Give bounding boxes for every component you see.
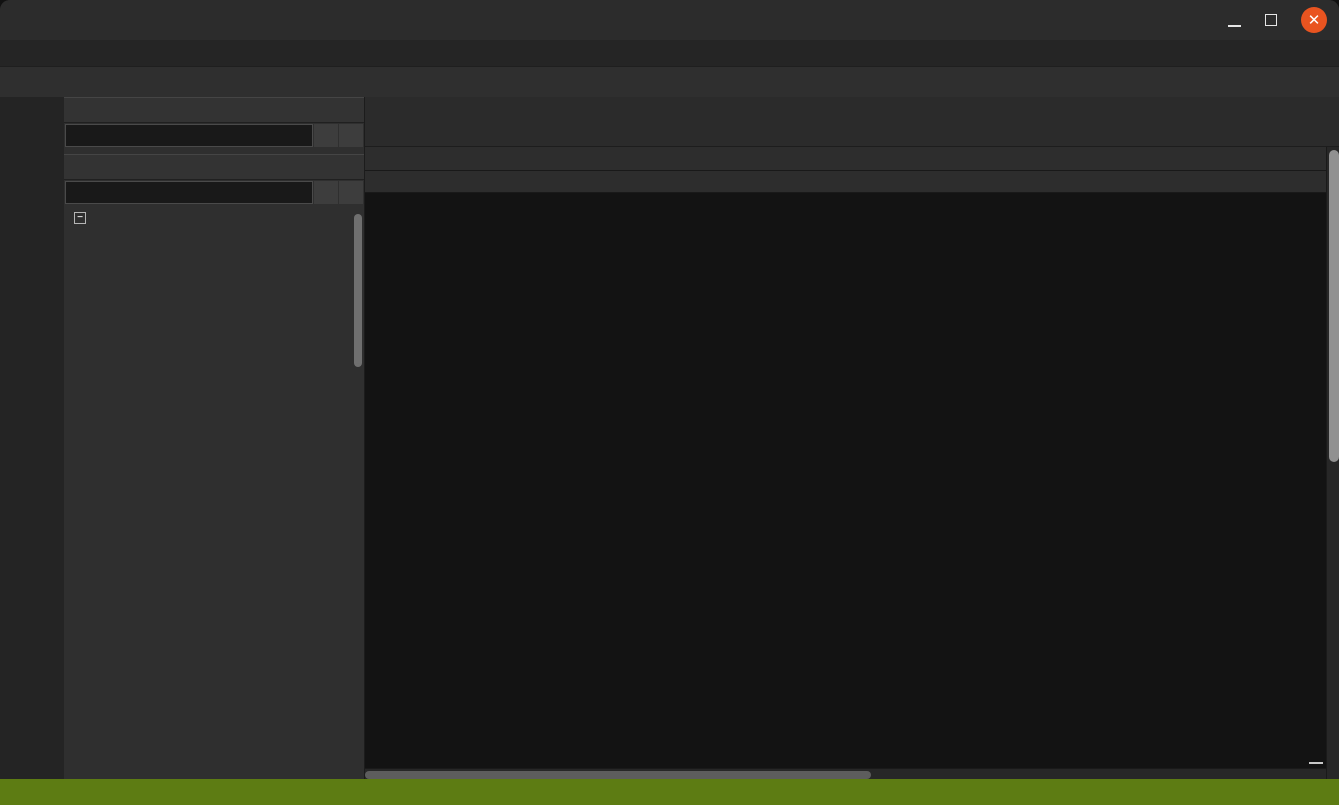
collapse-icon[interactable]: − (74, 212, 86, 224)
toolbar (0, 67, 1339, 97)
tables-refresh-button[interactable] (339, 181, 363, 204)
maximize-button[interactable] (1265, 14, 1277, 26)
connections-header (64, 97, 364, 123)
close-button[interactable]: ✕ (1301, 7, 1327, 33)
main-area: − (0, 97, 1339, 779)
connections-refresh-button[interactable] (339, 124, 363, 147)
tables-search-row (64, 180, 364, 205)
connections-section (64, 97, 364, 154)
tables-scrollbar[interactable] (354, 214, 362, 364)
statusbar (0, 779, 1339, 805)
grid-filter-row (365, 171, 1339, 193)
grid-body (365, 193, 1339, 768)
window-controls: ✕ (1228, 0, 1327, 40)
grid-header-row (365, 147, 1339, 171)
tabs-row (365, 115, 1339, 147)
dbgate-window: ✕ (0, 0, 1339, 805)
tables-add-button[interactable] (314, 181, 338, 204)
data-grid (365, 147, 1339, 779)
tables-section: − (64, 154, 364, 779)
selection-summary (1309, 762, 1323, 764)
tables-group[interactable]: − (64, 205, 364, 231)
horizontal-scrollbar[interactable] (365, 768, 1339, 779)
database-tab-groups (365, 97, 1339, 115)
connections-search-row (64, 123, 364, 148)
connections-add-button[interactable] (314, 124, 338, 147)
menubar (0, 40, 1339, 67)
activity-bar (0, 97, 64, 779)
minimize-button[interactable] (1228, 14, 1241, 27)
connections-search-input[interactable] (65, 124, 313, 147)
toolbar-spacer (0, 67, 1339, 97)
titlebar[interactable]: ✕ (0, 0, 1339, 40)
tables-search-input[interactable] (65, 181, 313, 204)
content-area (365, 97, 1339, 779)
tables-header (64, 154, 364, 180)
vertical-scrollbar[interactable] (1326, 147, 1339, 779)
side-panel: − (64, 97, 365, 779)
